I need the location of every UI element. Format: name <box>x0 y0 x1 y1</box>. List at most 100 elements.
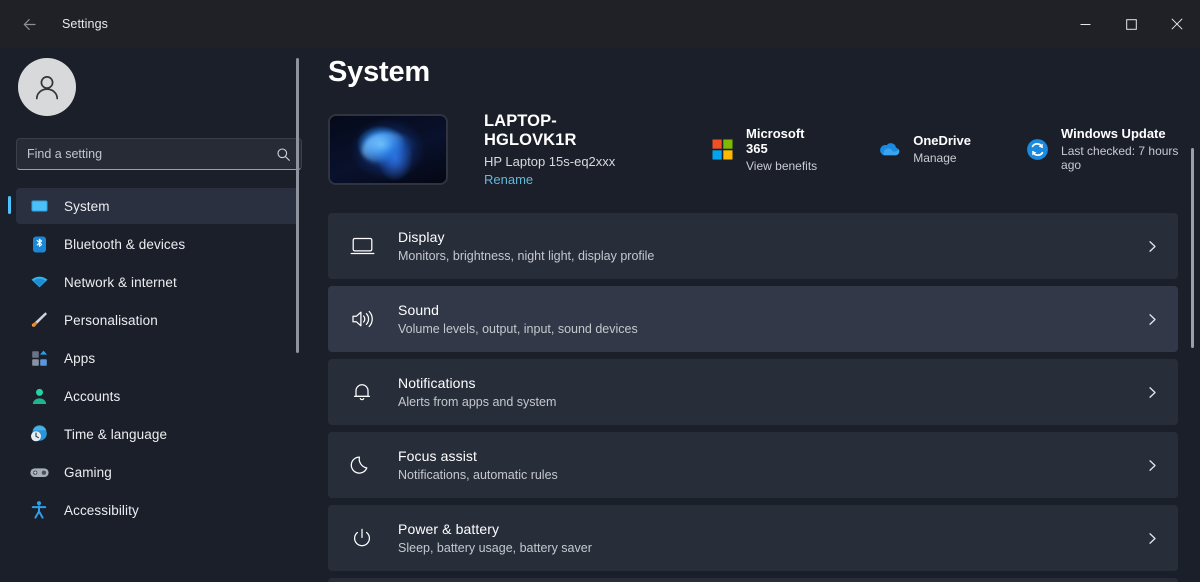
onedrive-cloud-icon <box>877 137 901 161</box>
close-button[interactable] <box>1154 0 1200 48</box>
sidebar-item-system[interactable]: System <box>8 188 298 224</box>
page-title: System <box>328 56 430 88</box>
chevron-right-icon <box>1142 459 1162 472</box>
card-text: Display Monitors, brightness, night ligh… <box>398 229 1142 263</box>
accessibility-icon <box>28 499 50 521</box>
apps-grid-icon <box>28 347 50 369</box>
device-header: LAPTOP-HGLOVK1R HP Laptop 15s-eq2xxx Ren… <box>328 111 1200 187</box>
sidebar-item-label: Apps <box>64 350 96 366</box>
sidebar-item-time-language[interactable]: Time & language <box>16 416 298 452</box>
chevron-right-icon <box>1142 532 1162 545</box>
device-info: LAPTOP-HGLOVK1R HP Laptop 15s-eq2xxx Ren… <box>484 112 644 187</box>
card-text: Focus assist Notifications, automatic ru… <box>398 448 1142 482</box>
moon-crescent-icon <box>342 445 382 485</box>
sidebar-item-label: Time & language <box>64 426 168 442</box>
settings-card-display[interactable]: Display Monitors, brightness, night ligh… <box>328 213 1178 279</box>
card-subtitle: Notifications, automatic rules <box>398 468 558 482</box>
sidebar-item-label: Personalisation <box>64 312 158 328</box>
window-body: System Bluetooth & devices <box>0 48 1200 582</box>
bluetooth-icon <box>28 233 50 255</box>
widget-microsoft-365[interactable]: Microsoft 365 View benefits <box>702 122 831 177</box>
sidebar-item-bluetooth-devices[interactable]: Bluetooth & devices <box>16 226 298 262</box>
widget-text: OneDrive Manage <box>913 133 971 165</box>
minimize-icon <box>1080 23 1090 25</box>
search-input[interactable] <box>27 147 276 161</box>
maximize-button[interactable] <box>1108 0 1154 48</box>
avatar-container <box>0 48 320 116</box>
sidebar-item-label: Bluetooth & devices <box>64 236 186 252</box>
chevron-right-icon <box>1142 313 1162 326</box>
window-title: Settings <box>62 17 108 31</box>
widget-text: Windows Update Last checked: 7 hours ago <box>1061 126 1192 172</box>
sidebar-item-label: Accessibility <box>64 502 139 518</box>
sidebar-item-accessibility[interactable]: Accessibility <box>16 492 298 528</box>
wifi-icon <box>28 271 50 293</box>
widget-subtitle: View benefits <box>746 158 818 173</box>
device-wallpaper-thumbnail <box>328 113 448 185</box>
main-content: System LAPTOP-HGLOVK1R HP Laptop 15s-eq2… <box>320 48 1200 582</box>
widget-title: Microsoft 365 <box>746 125 805 156</box>
sidebar: System Bluetooth & devices <box>0 48 320 582</box>
settings-card-sound[interactable]: Sound Volume levels, output, input, soun… <box>328 286 1178 352</box>
chevron-right-icon <box>1142 386 1162 399</box>
card-title: Sound <box>398 302 439 318</box>
sidebar-item-apps[interactable]: Apps <box>16 340 298 376</box>
sidebar-item-personalisation[interactable]: Personalisation <box>16 302 298 338</box>
card-subtitle: Volume levels, output, input, sound devi… <box>398 322 638 336</box>
widget-text: Microsoft 365 View benefits <box>746 126 823 173</box>
sound-speaker-icon <box>342 299 382 339</box>
back-arrow-icon <box>23 18 36 30</box>
gamepad-icon <box>28 461 50 483</box>
settings-window: Settings Find a setting System Bluetooth… <box>0 0 1200 582</box>
card-title: Notifications <box>398 375 476 391</box>
power-button-icon <box>342 518 382 558</box>
card-title: Focus assist <box>398 448 477 464</box>
settings-list: Display Monitors, brightness, night ligh… <box>328 213 1200 582</box>
settings-card-partial[interactable] <box>328 578 1178 582</box>
card-subtitle: Sleep, battery usage, battery saver <box>398 541 592 555</box>
search-icon[interactable] <box>276 147 291 162</box>
card-text: Notifications Alerts from apps and syste… <box>398 375 1142 409</box>
card-subtitle: Alerts from apps and system <box>398 395 557 409</box>
settings-card-focus-assist[interactable]: Focus assist Notifications, automatic ru… <box>328 432 1178 498</box>
card-title: Display <box>398 229 445 245</box>
sidebar-nav: System Bluetooth & devices Network & int… <box>0 188 320 528</box>
widget-windows-update[interactable]: Windows Update Last checked: 7 hours ago <box>1017 122 1200 176</box>
paintbrush-icon <box>28 309 50 331</box>
sidebar-item-label: Network & internet <box>64 274 177 290</box>
widget-title: Windows Update <box>1061 126 1166 141</box>
back-button[interactable] <box>8 8 50 40</box>
notification-bell-icon <box>342 372 382 412</box>
avatar[interactable] <box>18 58 76 116</box>
search-container <box>0 116 320 170</box>
sidebar-item-network-internet[interactable]: Network & internet <box>16 264 298 300</box>
sidebar-item-label: Accounts <box>64 388 121 404</box>
widget-subtitle: Manage <box>913 151 957 165</box>
card-text: Power & battery Sleep, battery usage, ba… <box>398 521 1142 555</box>
device-model: HP Laptop 15s-eq2xxx <box>484 153 616 169</box>
main-scrollbar[interactable] <box>1191 148 1194 348</box>
microsoft-logo-icon <box>710 137 734 161</box>
widget-onedrive[interactable]: OneDrive Manage <box>869 129 979 169</box>
window-controls <box>1062 0 1200 48</box>
minimize-button[interactable] <box>1062 0 1108 48</box>
search-box[interactable] <box>16 138 302 170</box>
clock-globe-icon <box>28 423 50 445</box>
rename-link[interactable]: Rename <box>484 172 644 187</box>
settings-card-power-battery[interactable]: Power & battery Sleep, battery usage, ba… <box>328 505 1178 571</box>
sidebar-item-label: System <box>64 198 110 214</box>
widget-subtitle: Last checked: 7 hours ago <box>1061 144 1179 172</box>
device-name: LAPTOP-HGLOVK1R <box>484 111 577 149</box>
windows-bloom-wallpaper <box>330 115 446 183</box>
chevron-right-icon <box>1142 240 1162 253</box>
sidebar-item-label: Gaming <box>64 464 112 480</box>
sidebar-scrollbar[interactable] <box>296 58 299 353</box>
sidebar-item-accounts[interactable]: Accounts <box>16 378 298 414</box>
card-subtitle: Monitors, brightness, night light, displ… <box>398 249 655 263</box>
close-icon <box>1171 18 1183 30</box>
widget-title: OneDrive <box>913 133 972 148</box>
settings-card-notifications[interactable]: Notifications Alerts from apps and syste… <box>328 359 1178 425</box>
maximize-icon <box>1125 18 1137 30</box>
sidebar-item-gaming[interactable]: Gaming <box>16 454 298 490</box>
header-widgets: Microsoft 365 View benefits OneDrive Man… <box>702 122 1200 177</box>
